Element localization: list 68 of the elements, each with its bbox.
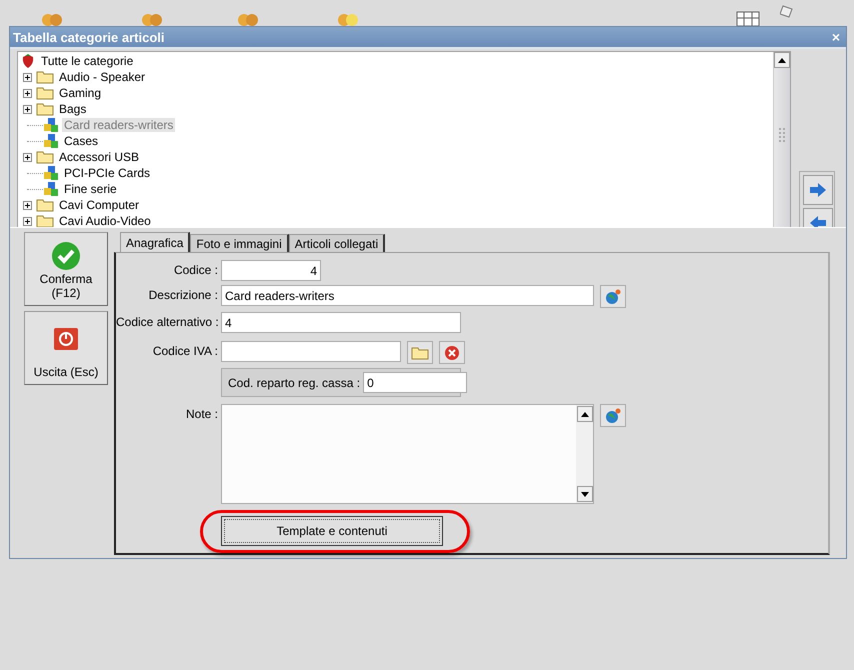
tree-item[interactable]: Fine serie: [62, 182, 119, 196]
window-title: Tabella categorie articoli: [13, 30, 164, 44]
globe-button[interactable]: [600, 285, 626, 308]
power-icon: [54, 328, 78, 350]
exit-button[interactable]: Uscita (Esc): [24, 311, 108, 385]
folder-button[interactable]: [407, 341, 433, 364]
folder-icon: [36, 150, 54, 164]
vat-code-field[interactable]: [221, 341, 401, 362]
field-label: Note :: [184, 406, 218, 421]
cubes-icon: [43, 117, 59, 133]
description-field[interactable]: Card readers-writers: [221, 285, 594, 306]
tree-item[interactable]: Bags: [57, 102, 88, 116]
folder-icon: [36, 102, 54, 116]
code-field[interactable]: 4: [221, 260, 321, 281]
move-right-button[interactable]: [803, 175, 833, 205]
scroll-down-button[interactable]: [577, 486, 593, 502]
department-code-field[interactable]: 0: [363, 372, 468, 393]
tree-item[interactable]: Cavi Computer: [57, 198, 142, 212]
cubes-icon: [43, 165, 59, 181]
folder-icon: [36, 214, 54, 227]
scroll-up-button[interactable]: [774, 52, 790, 68]
tree-item[interactable]: Accessori USB: [57, 150, 142, 164]
tree-root[interactable]: Tutte le categorie: [39, 54, 136, 68]
confirm-button[interactable]: Conferma (F12): [24, 232, 108, 306]
globe-icon: [605, 408, 621, 424]
up-arrow-icon: [581, 412, 589, 416]
grid-icon[interactable]: [736, 10, 760, 26]
expand-icon[interactable]: [23, 152, 32, 162]
scroll-up-button[interactable]: [577, 406, 593, 422]
field-label: Codice IVA :: [152, 343, 218, 358]
tree-item[interactable]: PCI-PCIe Cards: [62, 166, 152, 180]
globe-button[interactable]: [600, 404, 626, 427]
clear-button[interactable]: [439, 341, 465, 364]
tree-item[interactable]: Audio - Speaker: [57, 70, 148, 84]
expand-icon[interactable]: [23, 72, 32, 82]
scrollbar[interactable]: [773, 52, 790, 227]
grip-icon[interactable]: [779, 128, 785, 142]
tree-item[interactable]: Gaming: [57, 86, 104, 100]
expand-icon[interactable]: [23, 88, 32, 98]
folder-icon: [36, 70, 54, 84]
check-icon: [51, 241, 81, 271]
globe-icon: [605, 288, 621, 304]
alternative-code-field[interactable]: 4: [221, 312, 461, 333]
folder-icon: [36, 86, 54, 100]
close-icon: [444, 344, 460, 360]
tab[interactable]: Articoli collegati: [288, 234, 386, 252]
left-arrow-icon: [810, 216, 826, 227]
field-label: Cod. reparto reg. cassa :: [227, 376, 360, 390]
expand-icon[interactable]: [23, 200, 32, 210]
tab[interactable]: Anagrafica: [120, 232, 190, 252]
right-arrow-icon: [810, 183, 826, 197]
template-button[interactable]: Template e contenuti: [221, 516, 443, 546]
down-arrow-icon: [581, 492, 589, 496]
cubes-icon: [43, 133, 59, 149]
tree-item[interactable]: Cavi Audio-Video: [57, 214, 153, 227]
field-label: Codice :: [172, 262, 218, 277]
strawberry-icon: [20, 53, 36, 69]
field-label: Codice alternativo :: [116, 314, 218, 329]
expand-icon[interactable]: [23, 216, 32, 226]
folder-icon: [36, 198, 54, 212]
expand-icon[interactable]: [23, 104, 32, 114]
cubes-icon: [43, 181, 59, 197]
up-arrow-icon: [778, 58, 786, 62]
folder-icon: [411, 346, 429, 360]
tab[interactable]: Foto e immagini: [190, 234, 289, 252]
notes-field[interactable]: [221, 404, 594, 504]
field-label: Descrizione :: [148, 287, 218, 302]
tree-item[interactable]: Cases: [62, 134, 100, 148]
